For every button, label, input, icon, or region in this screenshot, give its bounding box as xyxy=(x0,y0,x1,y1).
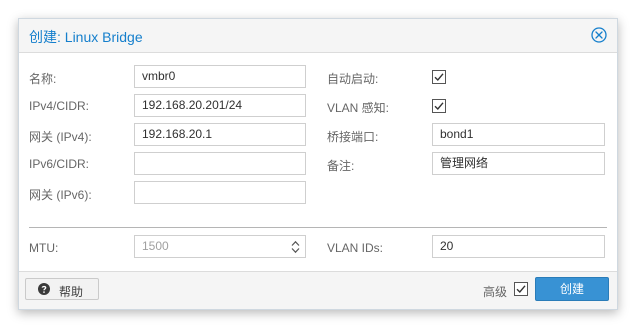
mtu-placeholder: 1500 xyxy=(142,239,169,253)
mtu-label: MTU: xyxy=(29,241,59,255)
name-label: 名称: xyxy=(29,72,57,86)
gateway-ipv4-label: 网关 (IPv4): xyxy=(29,130,92,144)
dialog-footer: 帮助 高级 创建 xyxy=(19,271,617,309)
advanced-label: 高级 xyxy=(483,285,508,299)
vlan-ids-label: VLAN IDs: xyxy=(327,241,384,255)
vlan-aware-label: VLAN 感知: xyxy=(327,101,390,115)
up-down-spinner-icon[interactable] xyxy=(291,240,300,254)
help-button-label: 帮助 xyxy=(59,285,84,299)
autostart-checkbox[interactable] xyxy=(432,70,446,84)
vlan-aware-checkbox[interactable] xyxy=(432,99,446,113)
name-input[interactable]: vmbr0 xyxy=(134,65,306,88)
ipv6-cidr-input[interactable] xyxy=(134,152,306,175)
comment-input[interactable]: 管理网络 xyxy=(432,152,605,175)
comment-label: 备注: xyxy=(327,159,355,173)
dialog-titlebar: 创建: Linux Bridge xyxy=(19,19,617,53)
advanced-checkbox[interactable] xyxy=(514,282,528,296)
question-circle-icon xyxy=(38,283,50,295)
autostart-label: 自动启动: xyxy=(327,72,379,86)
mtu-input[interactable]: 1500 xyxy=(134,235,306,258)
help-button[interactable]: 帮助 xyxy=(25,278,99,300)
bridge-ports-label: 桥接端口: xyxy=(327,130,379,144)
ipv4-cidr-input[interactable]: 192.168.20.201/24 xyxy=(134,94,306,117)
gateway-ipv6-input[interactable] xyxy=(134,181,306,204)
ipv6-cidr-label: IPv6/CIDR: xyxy=(29,157,90,171)
dialog-title: 创建: Linux Bridge xyxy=(29,29,143,45)
create-button[interactable]: 创建 xyxy=(535,277,609,301)
create-linux-bridge-dialog: 创建: Linux Bridge 名称: vmbr0 IPv4/CIDR: 19… xyxy=(18,18,618,310)
ipv4-cidr-label: IPv4/CIDR: xyxy=(29,99,90,113)
section-divider xyxy=(29,227,607,228)
close-icon[interactable] xyxy=(591,27,607,43)
bridge-ports-input[interactable]: bond1 xyxy=(432,123,605,146)
gateway-ipv6-label: 网关 (IPv6): xyxy=(29,188,92,202)
gateway-ipv4-input[interactable]: 192.168.20.1 xyxy=(134,123,306,146)
vlan-ids-input[interactable]: 20 xyxy=(432,235,605,258)
